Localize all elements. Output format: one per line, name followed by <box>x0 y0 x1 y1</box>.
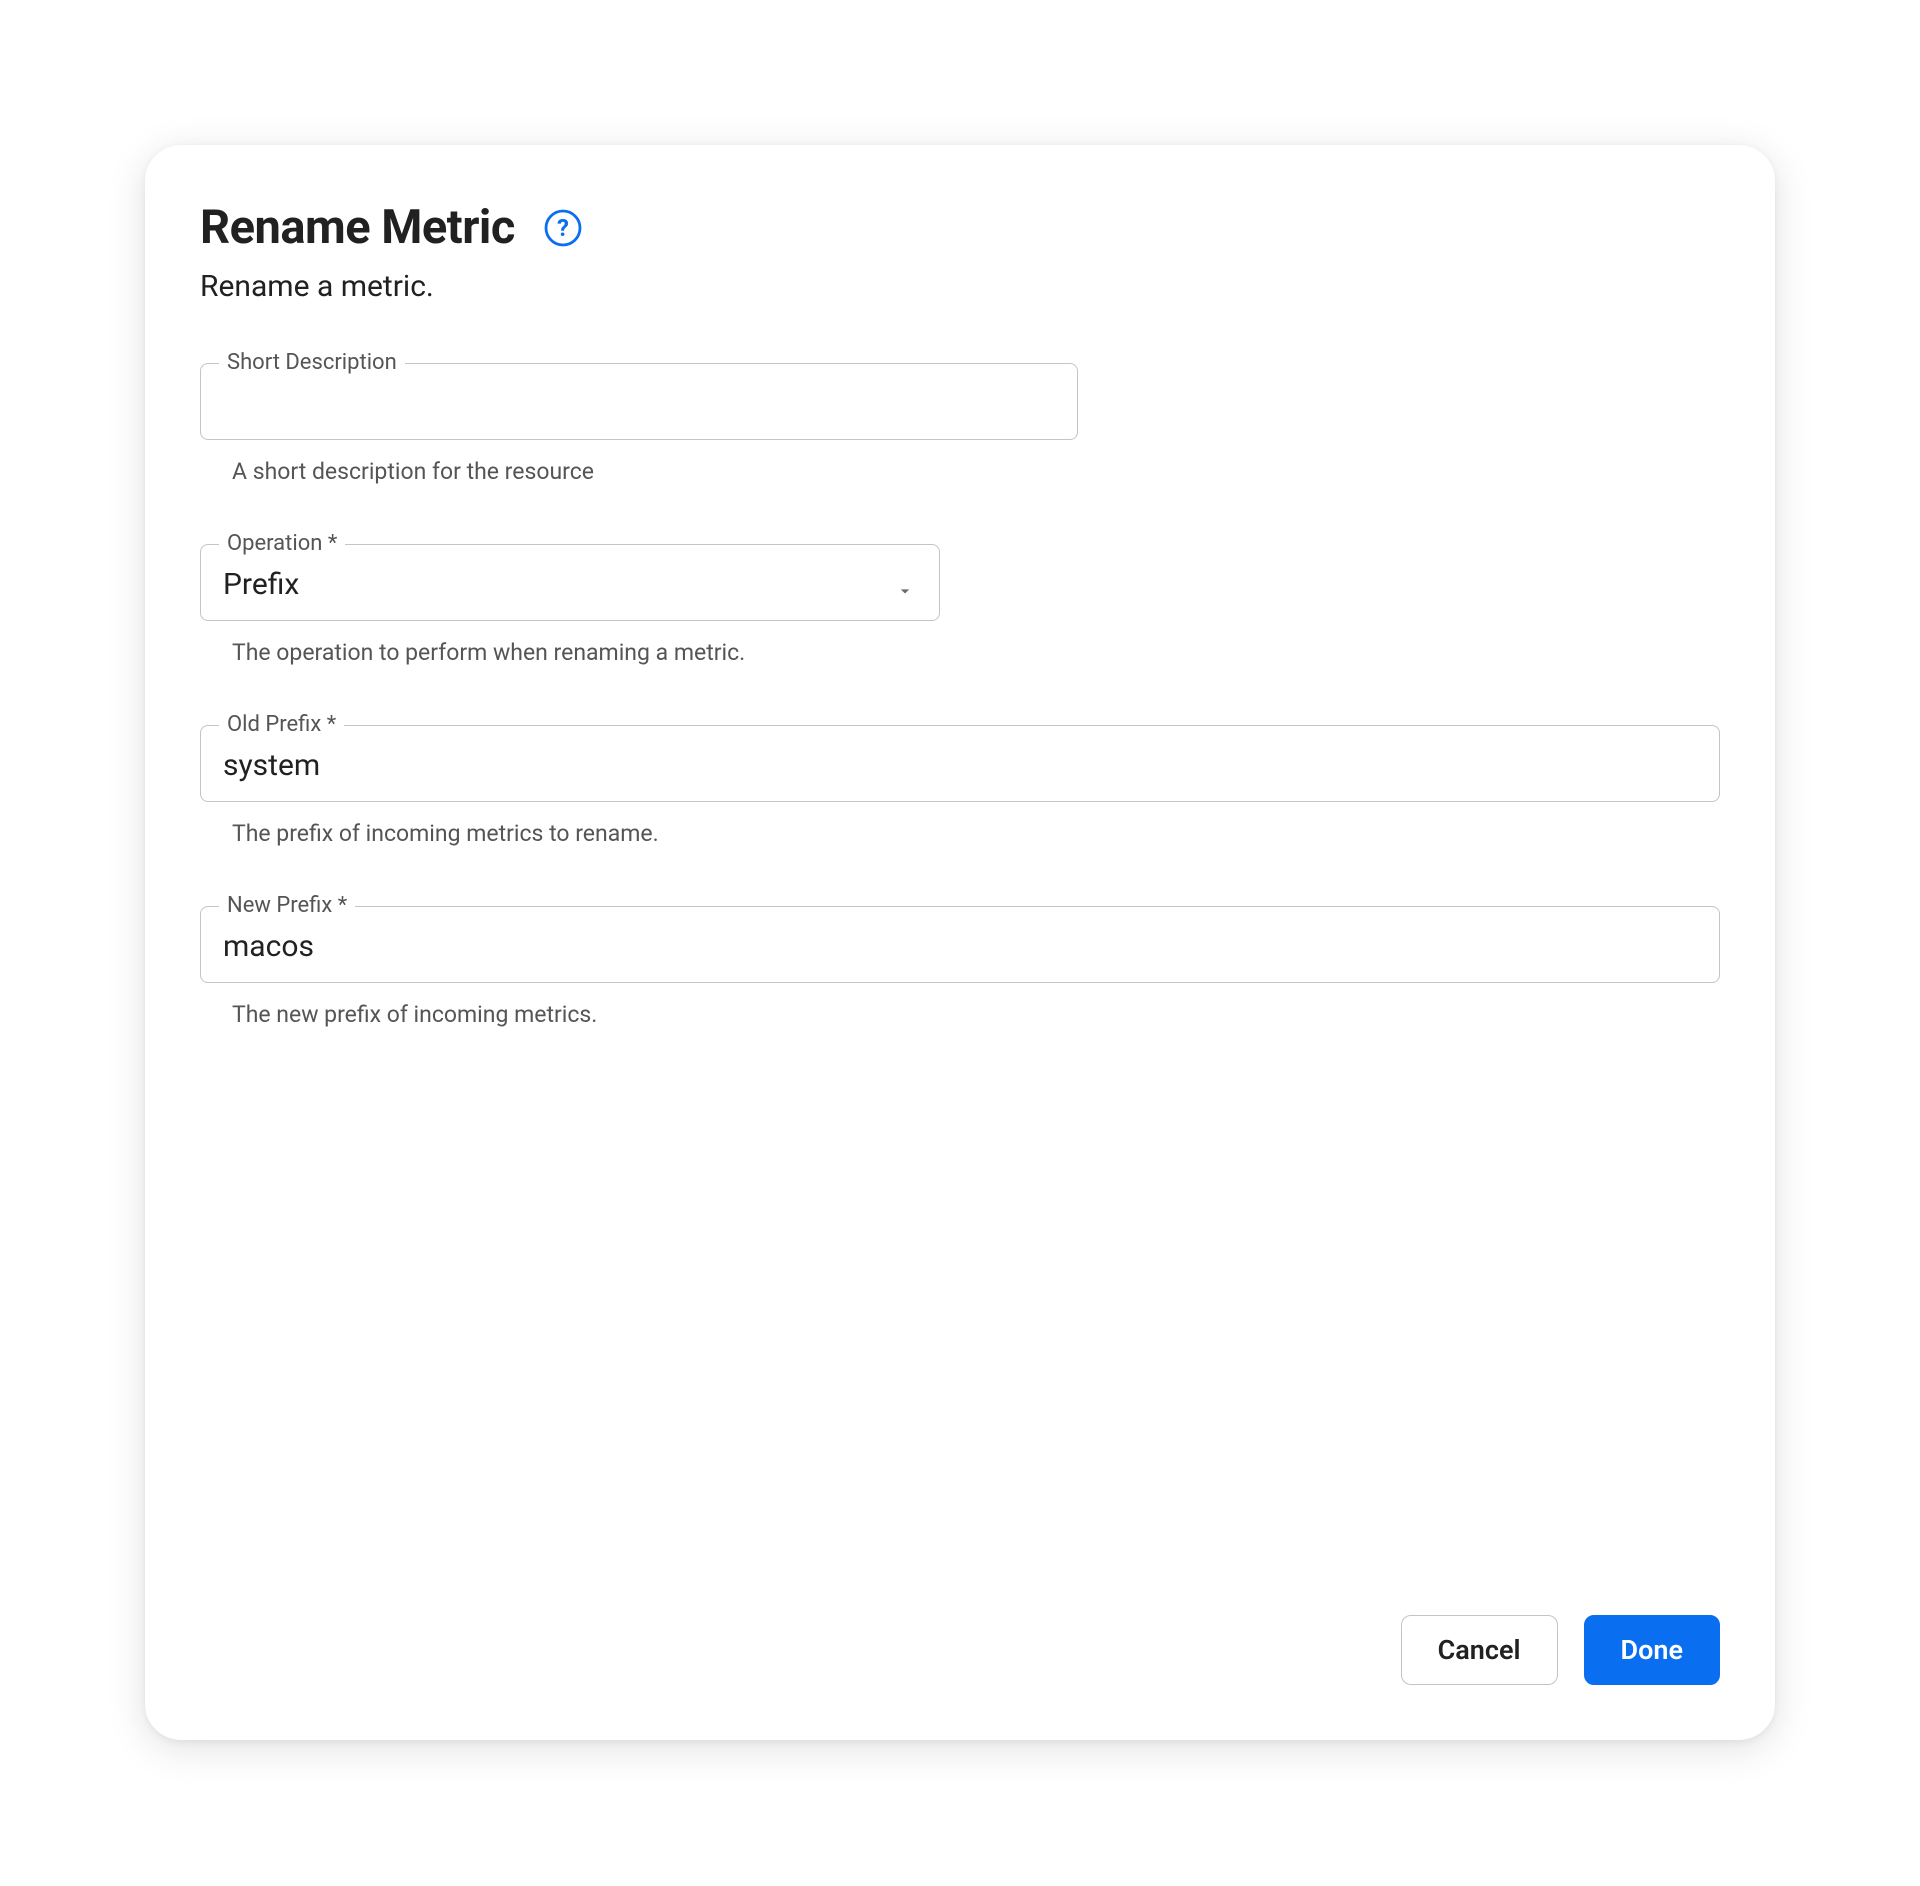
dialog-card: Rename Metric ? Rename a metric. Short D… <box>145 145 1775 1740</box>
done-button[interactable]: Done <box>1584 1615 1720 1685</box>
old-prefix-field: Old Prefix * The prefix of incoming metr… <box>200 714 1720 847</box>
short-description-input[interactable] <box>201 374 1077 439</box>
short-description-helper: A short description for the resource <box>232 458 1720 485</box>
operation-field: Operation * Prefix The operation to perf… <box>200 533 1720 666</box>
operation-select[interactable]: Prefix <box>201 555 939 620</box>
new-prefix-label: New Prefix * <box>219 895 355 917</box>
operation-helper: The operation to perform when renaming a… <box>232 639 1720 666</box>
new-prefix-helper: The new prefix of incoming metrics. <box>232 1001 1720 1028</box>
old-prefix-box: Old Prefix * <box>200 714 1720 802</box>
old-prefix-input[interactable] <box>201 736 1719 801</box>
new-prefix-field: New Prefix * The new prefix of incoming … <box>200 895 1720 1028</box>
dialog-title: Rename Metric <box>200 200 515 255</box>
old-prefix-label: Old Prefix * <box>219 714 344 736</box>
operation-label: Operation * <box>219 533 345 555</box>
svg-text:?: ? <box>557 214 569 242</box>
new-prefix-input[interactable] <box>201 917 1719 982</box>
form-area: Short Description A short description fo… <box>200 352 1720 1615</box>
help-icon[interactable]: ? <box>543 208 583 248</box>
short-description-field: Short Description A short description fo… <box>200 352 1720 485</box>
short-description-box: Short Description <box>200 352 1078 440</box>
dialog-subtitle: Rename a metric. <box>200 269 1720 304</box>
operation-box: Operation * Prefix <box>200 533 940 621</box>
operation-select-wrap: Prefix <box>201 555 939 620</box>
old-prefix-helper: The prefix of incoming metrics to rename… <box>232 820 1720 847</box>
new-prefix-box: New Prefix * <box>200 895 1720 983</box>
dialog-header: Rename Metric ? <box>200 200 1720 255</box>
short-description-label: Short Description <box>219 352 405 374</box>
dialog-button-row: Cancel Done <box>200 1615 1720 1685</box>
cancel-button[interactable]: Cancel <box>1401 1615 1558 1685</box>
